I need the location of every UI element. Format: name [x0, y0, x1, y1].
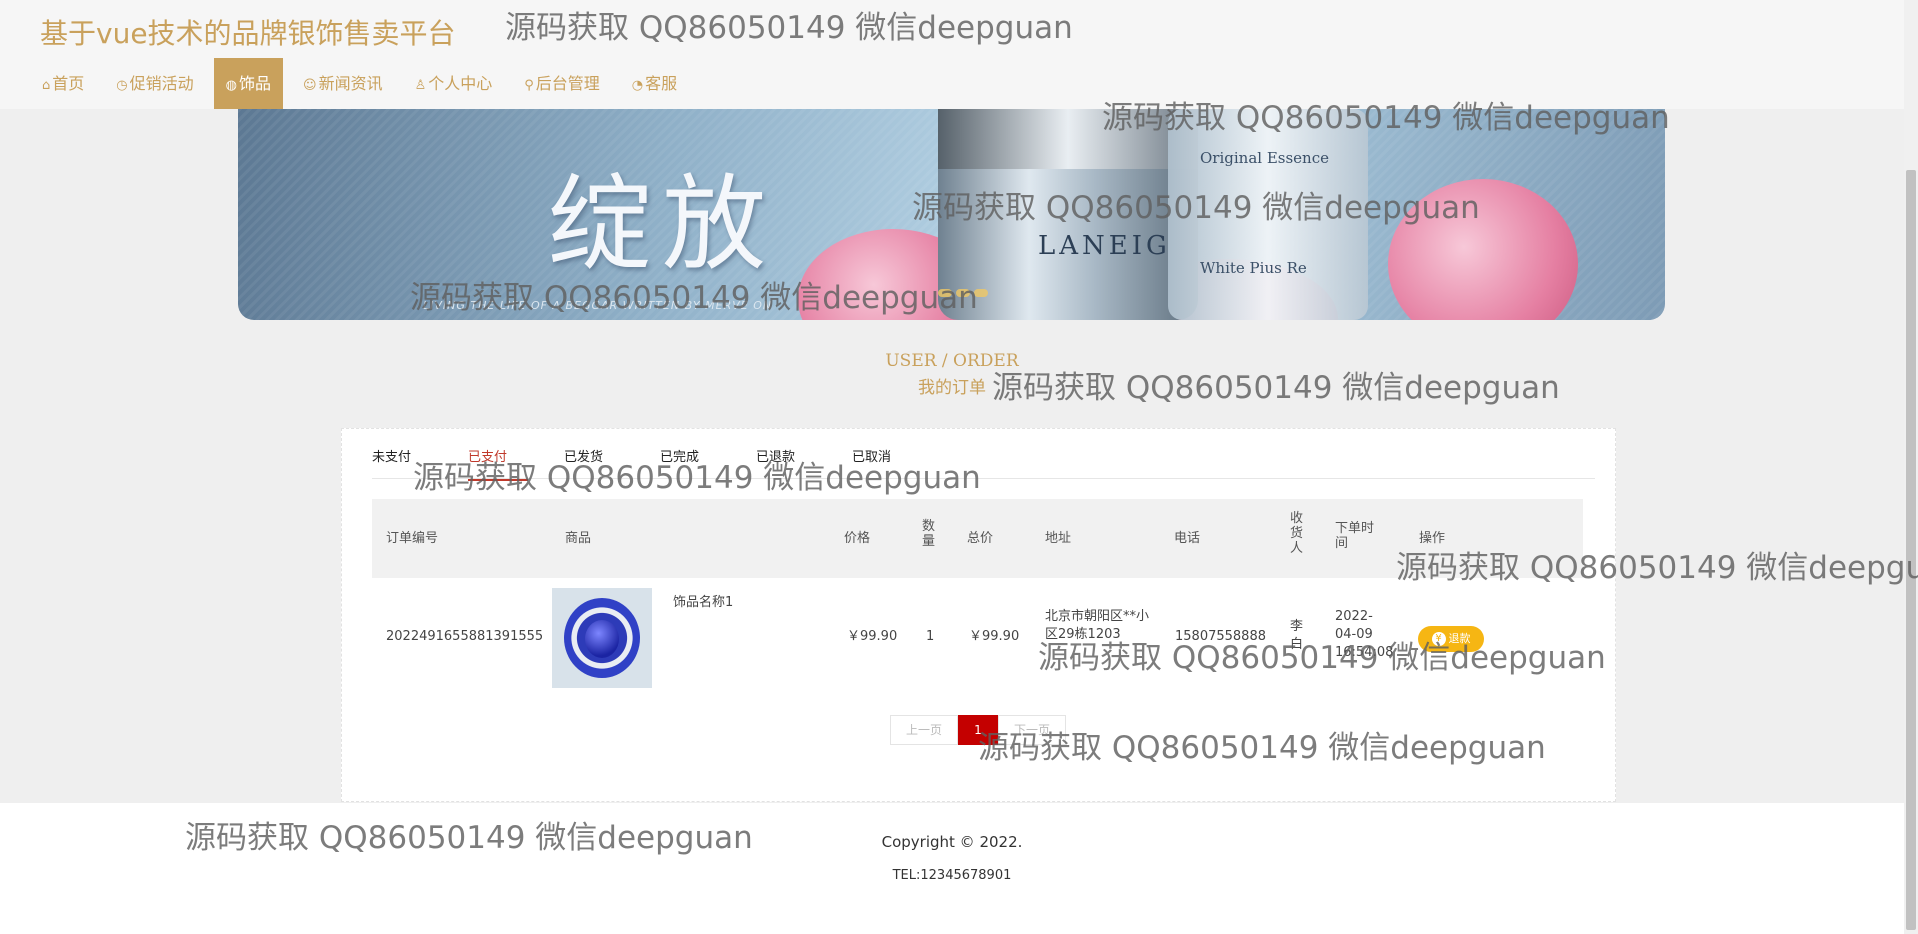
total-price: ￥99.90 [969, 629, 1020, 644]
phone: 15807558888 [1175, 629, 1266, 644]
header: 基于vue技术的品牌银饰售卖平台 ⌂ 首页 ◷ 促销活动 ◍ 饰品 ☺ 新闻资讯 ♙ 个人… [0, 0, 1904, 109]
header-address: 地址 [1045, 531, 1072, 546]
header-receiver: 收货人 [1290, 511, 1304, 556]
pagination: 上一页 1 下一页 [890, 715, 1066, 745]
nav-item-user-center[interactable]: ♙ 个人中心 [403, 58, 505, 109]
jewelry-gem [585, 620, 619, 658]
table-row: 2022491655881391555 饰品名称1 ￥99.90 1 ￥99.9… [372, 578, 1583, 698]
order-number: 2022491655881391555 [386, 629, 544, 644]
carousel-dot[interactable] [956, 289, 970, 297]
scrollbar-thumb[interactable] [1906, 170, 1916, 930]
banner-bottle-text2: White Pius Re [1200, 259, 1307, 277]
header-action: 操作 [1419, 531, 1446, 546]
prev-page-button[interactable]: 上一页 [890, 715, 958, 745]
section-title-cn: 我的订单 [918, 378, 986, 398]
header-total: 总价 [967, 531, 994, 546]
carousel-dot[interactable] [974, 289, 988, 297]
nav-item-promotions[interactable]: ◷ 促销活动 [104, 58, 205, 109]
receiver: 李白 [1290, 619, 1304, 652]
nav-item-jewelry[interactable]: ◍ 饰品 [213, 58, 283, 109]
banner-bottle-text: Original Essence [1200, 149, 1329, 167]
footer: Copyright © 2022. TEL:12345678901 [0, 803, 1904, 934]
unit-price: ￥99.90 [847, 629, 898, 644]
user-icon: ♙ [414, 78, 427, 93]
section-title-en: USER / ORDER [885, 351, 1019, 371]
tab-refunded[interactable]: 已退款 [756, 449, 852, 479]
globe-icon: ◍ [225, 78, 237, 93]
page-scrollbar[interactable] [1904, 0, 1918, 934]
tab-completed[interactable]: 已完成 [660, 449, 756, 479]
banner-jar-lid [938, 109, 1198, 169]
nav-item-home[interactable]: ⌂ 首页 [30, 58, 96, 109]
home-icon: ⌂ [42, 78, 51, 93]
nav-item-news[interactable]: ☺ 新闻资讯 [291, 58, 395, 109]
quantity: 1 [926, 629, 935, 644]
yen-icon: ¥ [1431, 632, 1446, 646]
banner-brand: LANEIG [1038, 231, 1171, 261]
order-time: 2022-04-09 16:54:08 [1335, 609, 1394, 660]
header-order-time: 下单时间 [1335, 521, 1375, 551]
site-title: 基于vue技术的品牌银饰售卖平台 [40, 17, 456, 50]
contact-tel: TEL:12345678901 [892, 868, 1012, 883]
next-page-button[interactable]: 下一页 [998, 715, 1066, 745]
order-panel: 未支付 已支付 已发货 已完成 已退款 已取消 订单编号 商品 价格 数量 总价… [341, 428, 1616, 802]
tabs-divider [372, 478, 1595, 479]
page-number-current[interactable]: 1 [958, 715, 998, 745]
banner-tagline: LIVING THE LIFE OF A BEGGAR WRITTEN BY M… [423, 299, 773, 312]
tab-cancelled[interactable]: 已取消 [852, 449, 948, 479]
header-product: 商品 [565, 531, 592, 546]
service-icon: ◔ [631, 78, 644, 93]
tab-paid[interactable]: 已支付 [468, 449, 528, 481]
news-icon: ☺ [303, 78, 317, 93]
nav-item-admin[interactable]: ⚲ 后台管理 [512, 58, 612, 109]
product-name[interactable]: 饰品名称1 [673, 594, 733, 612]
banner-carousel[interactable]: 绽放 LANEIG Original Essence White Pius Re… [238, 109, 1665, 320]
refund-button[interactable]: ¥ 退款 [1418, 626, 1484, 652]
product-thumbnail[interactable] [552, 588, 652, 688]
tab-unpaid[interactable]: 未支付 [372, 449, 468, 479]
link-icon: ⚲ [524, 78, 534, 93]
header-phone: 电话 [1174, 531, 1201, 546]
copyright: Copyright © 2022. [881, 833, 1023, 851]
order-status-tabs: 未支付 已支付 已发货 已完成 已退款 已取消 [372, 449, 948, 481]
header-price: 价格 [844, 531, 871, 546]
carousel-dot[interactable] [938, 289, 952, 297]
tab-shipped[interactable]: 已发货 [564, 449, 660, 479]
table-header: 订单编号 商品 价格 数量 总价 地址 电话 收货人 下单时间 操作 [372, 499, 1583, 578]
clock-icon: ◷ [116, 78, 128, 93]
main-nav: ⌂ 首页 ◷ 促销活动 ◍ 饰品 ☺ 新闻资讯 ♙ 个人中心 ⚲ 后台管理 ◔ 客服 [30, 58, 697, 109]
address: 北京市朝阳区**小区29栋1203 [1045, 609, 1150, 642]
header-qty: 数量 [922, 519, 936, 549]
nav-item-service[interactable]: ◔ 客服 [620, 58, 689, 109]
header-order-no: 订单编号 [386, 531, 439, 546]
banner-title: 绽放 [548, 163, 777, 285]
watermark: 源码获取 QQ86050149 微信deepguan [992, 370, 1560, 406]
carousel-indicators [938, 289, 988, 297]
banner-bottle [1168, 109, 1368, 320]
